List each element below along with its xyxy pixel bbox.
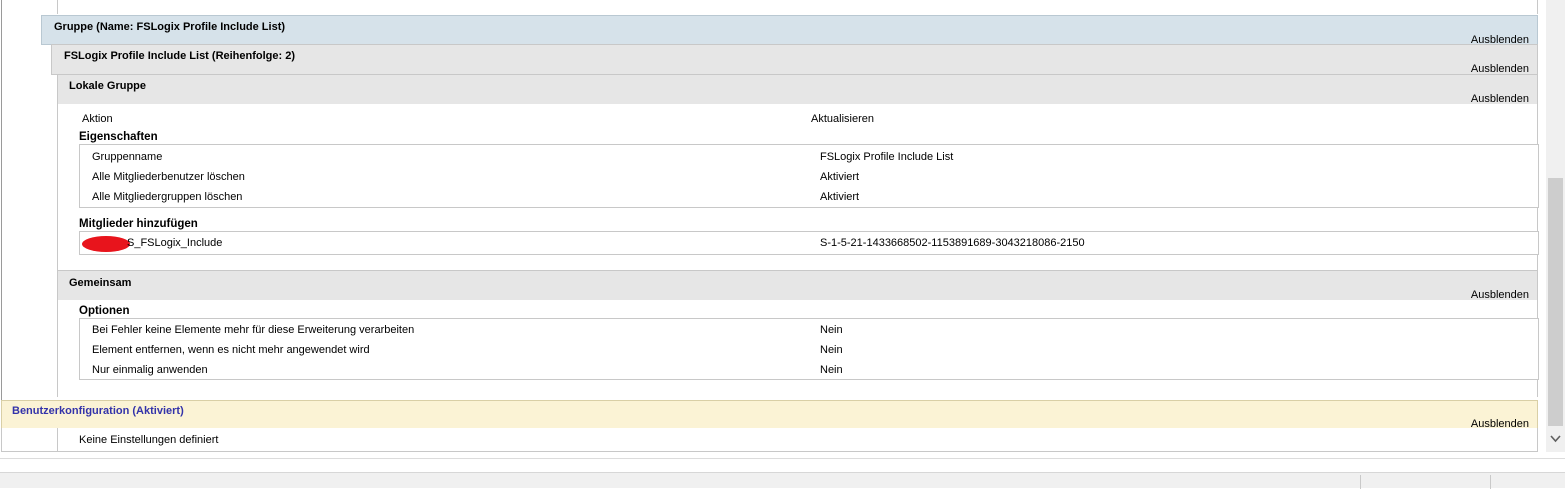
action-value: Aktualisieren (811, 113, 874, 125)
common-title: Gemeinsam (69, 277, 132, 289)
item-header-title: FSLogix Profile Include List (Reihenfolg… (64, 50, 296, 62)
property-label: Alle Mitgliederbenutzer löschen (92, 171, 245, 183)
group-header-title: Gruppe (Name: FSLogix Profile Include Li… (54, 21, 286, 33)
empty-settings-text: Keine Einstellungen definiert (79, 434, 219, 446)
outer-frame-left (1, 0, 2, 400)
local-group-title: Lokale Gruppe (69, 80, 147, 92)
user-config-title: Benutzerkonfiguration (Aktiviert) (12, 405, 184, 417)
table-row: Alle Mitgliedergruppen löschen Aktiviert (80, 189, 1538, 209)
bottom-separator (0, 458, 1565, 470)
user-config-header[interactable]: Benutzerkonfiguration (Aktiviert) Ausble… (1, 400, 1538, 430)
properties-title: Eigenschaften (79, 131, 158, 143)
redaction-mark (82, 236, 130, 252)
group-header[interactable]: Gruppe (Name: FSLogix Profile Include Li… (41, 15, 1538, 46)
table-row: Alle Mitgliederbenutzer löschen Aktivier… (80, 169, 1538, 189)
status-bar-divider (1490, 475, 1491, 489)
option-value: Nein (820, 324, 843, 336)
options-table: Bei Fehler keine Elemente mehr für diese… (79, 318, 1539, 380)
scrollbar-thumb[interactable] (1548, 178, 1563, 426)
item-header[interactable]: FSLogix Profile Include List (Reihenfolg… (51, 44, 1538, 75)
table-row: Nur einmalig anwenden Nein (80, 362, 1538, 382)
common-header[interactable]: Gemeinsam Ausblenden (57, 270, 1538, 301)
top-panel-remnant (57, 0, 1538, 14)
local-group-header[interactable]: Lokale Gruppe Ausblenden (57, 74, 1538, 105)
property-label: Alle Mitgliedergruppen löschen (92, 191, 243, 203)
property-value: FSLogix Profile Include List (820, 151, 954, 163)
common-body: Optionen Bei Fehler keine Elemente mehr … (57, 300, 1539, 397)
table-row: Bei Fehler keine Elemente mehr für diese… (80, 322, 1538, 342)
status-bar-divider (1360, 475, 1361, 489)
user-config-indent (2, 428, 58, 451)
local-group-body: Aktion Aktualisieren Eigenschaften Grupp… (57, 104, 1539, 271)
table-row: Gruppenname FSLogix Profile Include List (80, 149, 1538, 169)
table-row: Element entfernen, wenn es nicht mehr an… (80, 342, 1538, 362)
property-value: Aktiviert (820, 171, 860, 183)
member-sid: S-1-5-21-1433668502-1153891689-304321808… (820, 237, 1085, 249)
status-bar (0, 472, 1565, 489)
option-label: Element entfernen, wenn es nicht mehr an… (92, 344, 370, 356)
option-label: Nur einmalig anwenden (92, 364, 208, 376)
members-table: S_FSLogix_Include S-1-5-21-1433668502-11… (79, 231, 1539, 255)
properties-table: Gruppenname FSLogix Profile Include List… (79, 144, 1539, 208)
vertical-scrollbar[interactable] (1546, 0, 1565, 452)
option-value: Nein (820, 344, 843, 356)
option-label: Bei Fehler keine Elemente mehr für diese… (92, 324, 415, 336)
scroll-down-arrow-icon[interactable] (1546, 430, 1565, 448)
members-title: Mitglieder hinzufügen (79, 218, 198, 230)
property-label: Gruppenname (92, 151, 163, 163)
option-value: Nein (820, 364, 843, 376)
action-label: Aktion (82, 113, 113, 125)
options-title: Optionen (79, 305, 130, 317)
member-name: S_FSLogix_Include (127, 237, 223, 249)
property-value: Aktiviert (820, 191, 860, 203)
user-config-body: Keine Einstellungen definiert (1, 428, 1538, 452)
